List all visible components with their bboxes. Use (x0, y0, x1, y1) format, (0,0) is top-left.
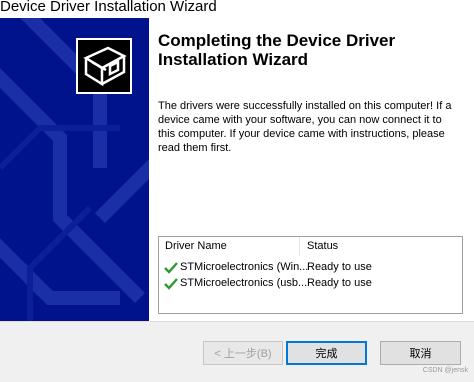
column-driver-name[interactable]: Driver Name (165, 240, 227, 252)
column-separator[interactable] (299, 237, 300, 256)
cancel-button[interactable]: 取消 (380, 341, 461, 365)
finish-button[interactable]: 完成 (286, 341, 367, 365)
driver-status: Ready to use (307, 261, 372, 273)
column-status[interactable]: Status (307, 240, 338, 252)
driver-list-header: Driver Name Status (159, 237, 462, 256)
driver-status: Ready to use (307, 277, 372, 289)
driver-row: STMicroelectronics (usb... Ready to use (159, 276, 462, 292)
back-button[interactable]: < 上一步(B) (203, 341, 283, 365)
checkmark-icon (164, 262, 178, 274)
title-bar: Device Driver Installation Wizard (0, 0, 474, 18)
wizard-sidebar (0, 18, 149, 321)
page-heading: Completing the Device Driver Installatio… (158, 31, 396, 69)
driver-row: STMicroelectronics (Win... Ready to use (159, 260, 462, 276)
window-title: Device Driver Installation Wizard (0, 0, 217, 15)
footer-divider (0, 321, 474, 322)
driver-list: Driver Name Status STMicroelectronics (W… (158, 236, 463, 314)
success-message: The drivers were successfully installed … (158, 100, 452, 154)
checkmark-icon (164, 278, 178, 290)
driver-name: STMicroelectronics (usb... (180, 277, 308, 289)
driver-box-icon (76, 38, 132, 94)
watermark: CSDN @jensk (422, 367, 468, 374)
driver-name: STMicroelectronics (Win... (180, 261, 309, 273)
wizard-window: Completing the Device Driver Installatio… (0, 18, 474, 321)
